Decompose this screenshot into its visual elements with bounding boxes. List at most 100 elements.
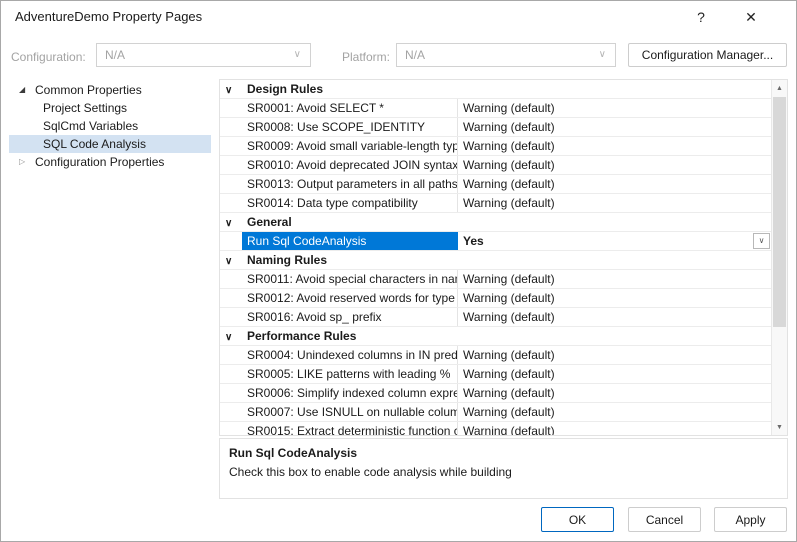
chevron-down-icon: ∨ [759,232,765,250]
property-value[interactable]: Warning (default) [458,403,771,421]
property-name[interactable]: SR0010: Avoid deprecated JOIN syntax [242,156,458,174]
ok-button[interactable]: OK [541,507,614,532]
scroll-up-icon[interactable]: ▲ [772,80,787,96]
property-name[interactable]: SR0004: Unindexed columns in IN predic [242,346,458,364]
configuration-value: N/A [105,44,125,66]
configuration-dropdown[interactable]: N/A ∨ [96,43,311,67]
property-name[interactable]: SR0011: Avoid special characters in nam [242,270,458,288]
property-row[interactable]: Run Sql CodeAnalysisYes∨ [220,232,771,251]
rule-group-header-design-rules[interactable]: ∨ Design Rules [220,80,771,99]
property-row[interactable]: SR0008: Use SCOPE_IDENTITYWarning (defau… [220,118,771,137]
property-row[interactable]: SR0009: Avoid small variable-length typ W… [220,137,771,156]
property-value-text: Warning (default) [463,348,555,362]
property-value-text: Warning (default) [463,101,555,115]
property-row[interactable]: SR0011: Avoid special characters in nam W… [220,270,771,289]
configuration-manager-button[interactable]: Configuration Manager... [628,43,787,67]
property-value-text: Warning (default) [463,386,555,400]
collapse-icon[interactable]: ◢ [19,81,35,99]
group-label: Naming Rules [242,251,327,269]
property-value[interactable]: Warning (default) [458,194,771,212]
property-row[interactable]: SR0015: Extract deterministic function c… [220,422,771,435]
description-panel: Run Sql CodeAnalysis Check this box to e… [219,438,788,499]
tree-item-label: Configuration Properties [35,153,164,171]
property-value[interactable]: Warning (default) [458,270,771,288]
close-button[interactable]: ✕ [731,1,771,33]
property-value[interactable]: Warning (default) [458,346,771,364]
property-value[interactable]: Warning (default) [458,137,771,155]
property-value[interactable]: Warning (default) [458,289,771,307]
scroll-down-icon[interactable]: ▼ [772,419,787,435]
tree-item-sqlcmd-variables[interactable]: SqlCmd Variables [9,117,211,135]
property-value[interactable]: Warning (default) [458,422,771,435]
tree-item-configuration-properties[interactable]: ▷Configuration Properties [9,153,211,171]
property-row[interactable]: SR0005: LIKE patterns with leading %Warn… [220,365,771,384]
group-label: General [242,213,292,231]
configuration-bar: Configuration: N/A ∨ Platform: N/A ∨ Con… [1,41,796,69]
property-value[interactable]: Yes∨ [458,232,771,250]
rule-group-header-naming-rules[interactable]: ∨ Naming Rules [220,251,771,270]
property-name[interactable]: SR0014: Data type compatibility [242,194,458,212]
property-name[interactable]: SR0006: Simplify indexed column expres [242,384,458,402]
property-name[interactable]: SR0009: Avoid small variable-length typ [242,137,458,155]
property-name[interactable]: SR0007: Use ISNULL on nullable column [242,403,458,421]
property-value-text: Warning (default) [463,405,555,419]
tree-item-label: SQL Code Analysis [43,135,146,153]
scrollbar-thumb[interactable] [773,97,786,327]
property-value-text: Warning (default) [463,424,555,435]
property-value[interactable]: Warning (default) [458,365,771,383]
property-value-text: Warning (default) [463,139,555,153]
property-value-text: Warning (default) [463,310,555,324]
property-value[interactable]: Warning (default) [458,308,771,326]
property-value[interactable]: Warning (default) [458,118,771,136]
collapse-icon[interactable]: ∨ [225,218,232,229]
property-value-text: Warning (default) [463,272,555,286]
apply-button[interactable]: Apply [714,507,787,532]
property-value[interactable]: Warning (default) [458,99,771,117]
tree-item-project-settings[interactable]: Project Settings [9,99,211,117]
property-name[interactable]: SR0015: Extract deterministic function c… [242,422,458,435]
property-row[interactable]: SR0014: Data type compatibilityWarning (… [220,194,771,213]
property-name[interactable]: SR0008: Use SCOPE_IDENTITY [242,118,458,136]
tree-item-label: Common Properties [35,81,142,99]
value-dropdown-button[interactable]: ∨ [753,233,770,249]
platform-dropdown[interactable]: N/A ∨ [396,43,616,67]
expand-icon[interactable]: ▷ [19,153,35,171]
property-row[interactable]: SR0001: Avoid SELECT * Warning (default) [220,99,771,118]
property-value-text: Warning (default) [463,177,555,191]
property-row[interactable]: SR0006: Simplify indexed column expres Wa… [220,384,771,403]
tree-item-common-properties[interactable]: ◢Common Properties [9,81,211,99]
help-icon: ? [697,9,705,25]
property-row[interactable]: SR0007: Use ISNULL on nullable column War… [220,403,771,422]
property-name[interactable]: SR0001: Avoid SELECT * [242,99,458,117]
property-name[interactable]: SR0005: LIKE patterns with leading % [242,365,458,383]
tree-item-sql-code-analysis[interactable]: SQL Code Analysis [9,135,211,153]
property-pages-dialog: AdventureDemo Property Pages ? ✕ Configu… [0,0,797,542]
rule-group-header-performance-rules[interactable]: ∨ Performance Rules [220,327,771,346]
property-value-text: Warning (default) [463,291,555,305]
property-grid: ∨Design RulesSR0001: Avoid SELECT *Warni… [220,80,771,435]
property-value[interactable]: Warning (default) [458,175,771,193]
property-row[interactable]: SR0012: Avoid reserved words for type n W… [220,289,771,308]
property-value[interactable]: Warning (default) [458,384,771,402]
property-name[interactable]: Run Sql CodeAnalysis [242,232,458,250]
help-button[interactable]: ? [681,1,721,33]
tree-item-label: Project Settings [43,99,127,117]
property-row[interactable]: SR0013: Output parameters in all paths Wa… [220,175,771,194]
property-name[interactable]: SR0012: Avoid reserved words for type n [242,289,458,307]
property-name[interactable]: SR0016: Avoid sp_ prefix [242,308,458,326]
collapse-icon[interactable]: ∨ [225,332,232,343]
rule-group-header-general[interactable]: ∨ General [220,213,771,232]
chevron-down-icon: ∨ [294,44,301,66]
group-label: Design Rules [242,80,323,98]
property-row[interactable]: SR0016: Avoid sp_ prefix Warning (default… [220,308,771,327]
group-label: Performance Rules [242,327,356,345]
property-value[interactable]: Warning (default) [458,156,771,174]
collapse-icon[interactable]: ∨ [225,256,232,267]
property-name[interactable]: SR0013: Output parameters in all paths [242,175,458,193]
grid-scrollbar[interactable]: ▲ ▼ [771,80,787,435]
tree-item-label: SqlCmd Variables [43,117,138,135]
property-row[interactable]: SR0010: Avoid deprecated JOIN syntaxWarn… [220,156,771,175]
property-row[interactable]: SR0004: Unindexed columns in IN predic Wa… [220,346,771,365]
cancel-button[interactable]: Cancel [628,507,701,532]
collapse-icon[interactable]: ∨ [225,85,232,96]
